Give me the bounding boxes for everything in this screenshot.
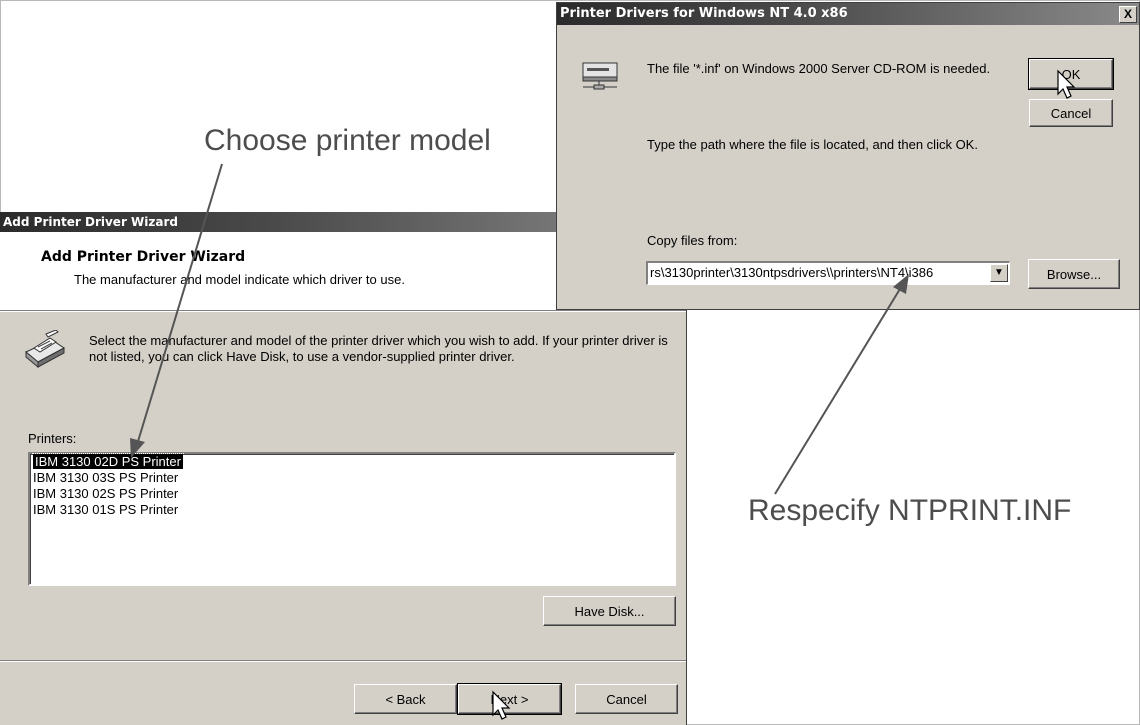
wizard-header-title: Add Printer Driver Wizard [41,249,246,265]
cd-drive-icon [582,62,618,90]
dialog-cancel-button[interactable]: Cancel [1029,99,1113,127]
copy-from-value: rs\3130printer\3130ntpsdrivers\\printers… [650,263,985,282]
list-item[interactable]: IBM 3130 01S PS Printer [30,502,674,518]
footer-divider [0,660,686,662]
printer-icon [25,330,65,369]
list-item[interactable]: IBM 3130 03S PS Printer [30,470,674,486]
chevron-down-icon[interactable]: ▼ [990,264,1008,282]
callout-respecify-ntprint: Respecify NTPRINT.INF [748,494,1072,527]
close-icon[interactable]: X [1119,6,1137,23]
next-button[interactable]: Next > [457,683,562,715]
copy-from-combobox[interactable]: rs\3130printer\3130ntpsdrivers\\printers… [646,261,1010,285]
printer-drivers-dialog: Printer Drivers for Windows NT 4.0 x86 X… [556,2,1140,310]
printers-listbox[interactable]: IBM 3130 02D PS Printer IBM 3130 03S PS … [28,452,676,586]
dialog-title-bar[interactable]: Printer Drivers for Windows NT 4.0 x86 [557,3,1139,25]
header-divider [0,311,686,312]
dialog-instruction: Type the path where the file is located,… [647,137,978,152]
list-item[interactable]: IBM 3130 02S PS Printer [30,486,674,502]
copy-from-path: rs\3130printer\3130ntpsdrivers\\printers… [650,265,934,280]
copy-from-label: Copy files from: [647,233,738,248]
wizard-instructions: Select the manufacturer and model of the… [89,333,668,364]
cancel-button[interactable]: Cancel [575,684,678,714]
wizard-header-subtitle: The manufacturer and model indicate whic… [74,272,405,287]
have-disk-button[interactable]: Have Disk... [543,596,676,626]
list-item[interactable]: IBM 3130 02D PS Printer [30,453,674,470]
ok-button[interactable]: OK [1028,58,1114,90]
dialog-message: The file '*.inf' on Windows 2000 Server … [647,61,991,76]
printer-item-label: IBM 3130 02D PS Printer [32,453,184,470]
printers-label: Printers: [28,431,77,446]
callout-choose-printer-model: Choose printer model [204,124,491,157]
back-button[interactable]: < Back [354,684,457,714]
browse-button[interactable]: Browse... [1028,259,1120,289]
